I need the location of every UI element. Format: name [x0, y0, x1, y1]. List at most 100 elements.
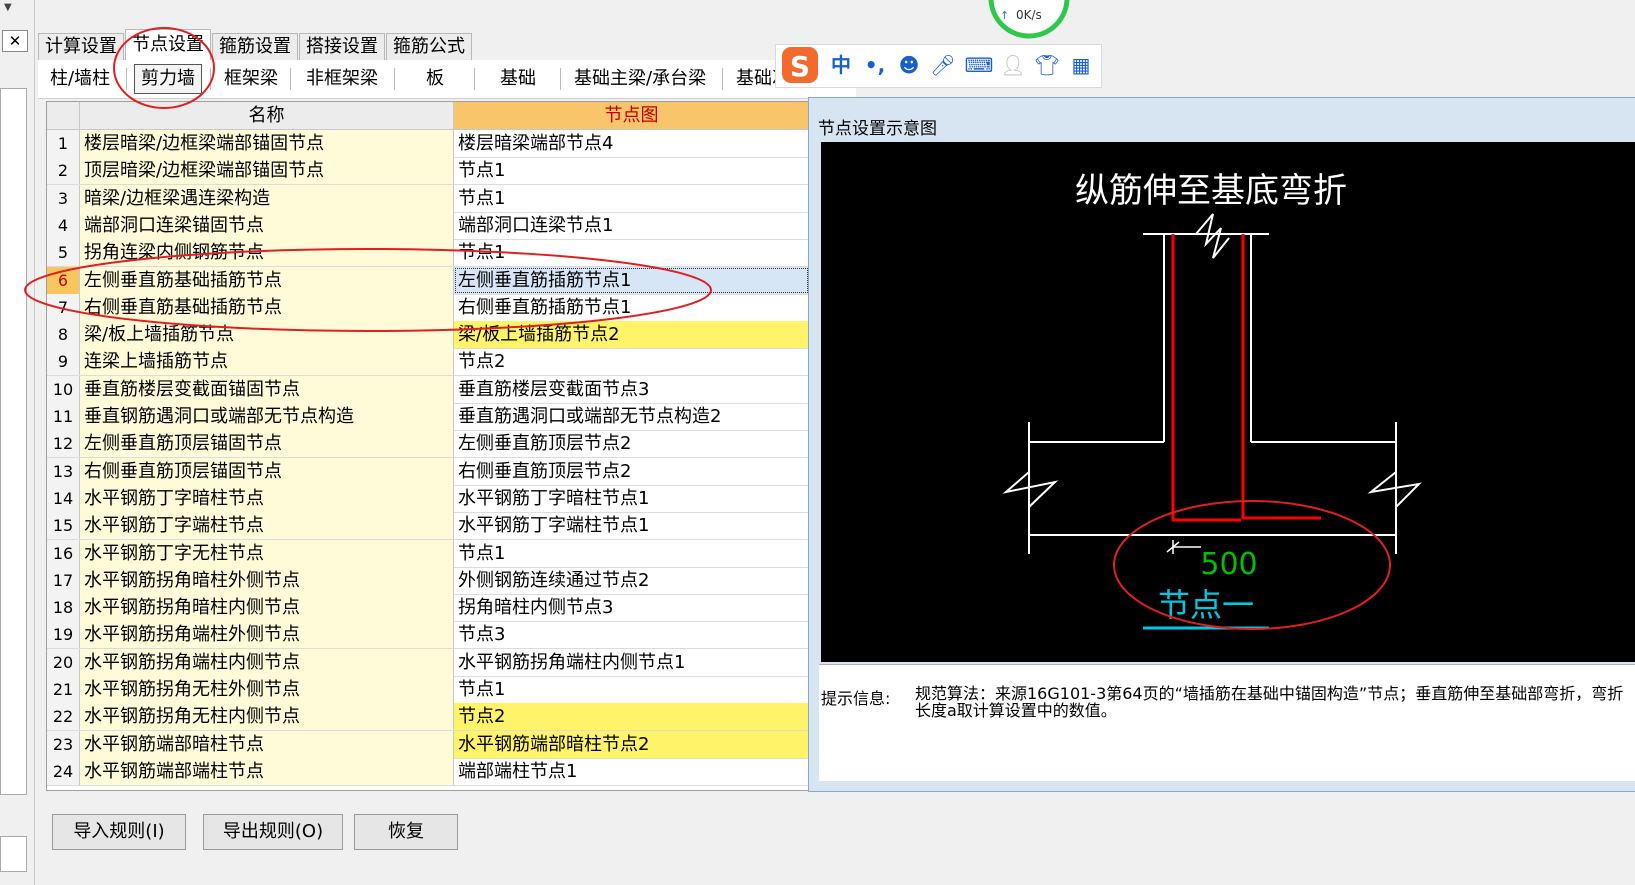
- node-name-cell[interactable]: 拐角连梁内侧钢筋节点: [80, 239, 454, 267]
- node-diagram-cell[interactable]: 垂直筋楼层变截面节点3: [454, 376, 809, 403]
- table-row[interactable]: 18 水平钢筋拐角暗柱内侧节点 拐角暗柱内侧节点3: [47, 594, 809, 623]
- node-name-cell[interactable]: 顶层暗梁/边框梁端部锚固节点: [80, 157, 454, 185]
- collapse-arrow-icon[interactable]: ▼: [4, 2, 12, 13]
- node-name-cell[interactable]: 左侧垂直筋基础插筋节点: [80, 266, 454, 294]
- node-name-cell[interactable]: 连梁上墙插筋节点: [80, 348, 454, 376]
- node-name-cell[interactable]: 右侧垂直筋基础插筋节点: [80, 293, 454, 321]
- node-name-cell[interactable]: 水平钢筋拐角暗柱外侧节点: [80, 566, 454, 594]
- node-diagram-cell[interactable]: 节点1: [454, 157, 809, 184]
- node-diagram-cell[interactable]: 梁/板上墙插筋节点2: [454, 321, 809, 349]
- node-diagram-cell[interactable]: 端部洞口连梁节点1: [454, 212, 809, 239]
- subtab-foundation-main-beam[interactable]: 基础主梁/承台梁: [574, 60, 706, 98]
- table-row[interactable]: 6 左侧垂直筋基础插筋节点 左侧垂直筋插筋节点1: [47, 266, 809, 295]
- table-row[interactable]: 19 水平钢筋拐角端柱外侧节点 节点3: [47, 621, 809, 650]
- table-row[interactable]: 12 左侧垂直筋顶层锚固节点 左侧垂直筋顶层节点2: [47, 430, 809, 459]
- table-row[interactable]: 23 水平钢筋端部暗柱节点 水平钢筋端部暗柱节点2: [47, 730, 809, 759]
- table-row[interactable]: 11 垂直钢筋遇洞口或端部无节点构造 垂直筋遇洞口或端部无节点构造2: [47, 403, 809, 431]
- node-diagram-cell[interactable]: 水平钢筋丁字暗柱节点1: [454, 485, 809, 512]
- tab-stirrup-settings[interactable]: 箍筋设置: [212, 33, 298, 60]
- node-column-header[interactable]: 节点图: [454, 102, 809, 130]
- microphone-icon[interactable]: 🎤︎: [928, 51, 958, 79]
- node-name-cell[interactable]: 水平钢筋端部暗柱节点: [80, 730, 454, 758]
- subtab-nonframe-beam[interactable]: 非框架梁: [306, 60, 378, 98]
- table-row[interactable]: 16 水平钢筋丁字无柱节点 节点1: [47, 539, 809, 568]
- node-name-cell[interactable]: 水平钢筋丁字暗柱节点: [80, 484, 454, 512]
- table-row[interactable]: 22 水平钢筋拐角无柱内侧节点 节点2: [47, 703, 809, 732]
- node-name-cell[interactable]: 端部洞口连梁锚固节点: [80, 211, 454, 239]
- node-name-cell[interactable]: 垂直钢筋遇洞口或端部无节点构造: [80, 403, 454, 430]
- node-diagram-cell[interactable]: 水平钢筋丁字端柱节点1: [454, 512, 809, 539]
- table-row[interactable]: 5 拐角连梁内侧钢筋节点 节点1: [47, 239, 809, 268]
- subtab-foundation[interactable]: 基础: [500, 60, 536, 98]
- table-row[interactable]: 21 水平钢筋拐角无柱外侧节点 节点1: [47, 676, 809, 704]
- table-row[interactable]: 8 梁/板上墙插筋节点 梁/板上墙插筋节点2: [47, 321, 809, 350]
- node-name-cell[interactable]: 左侧垂直筋顶层锚固节点: [80, 430, 454, 458]
- node-name-cell[interactable]: 水平钢筋拐角无柱内侧节点: [80, 703, 454, 731]
- node-name-cell[interactable]: 水平钢筋丁字无柱节点: [80, 539, 454, 567]
- node-name-cell[interactable]: 垂直筋楼层变截面锚固节点: [80, 375, 454, 403]
- table-row[interactable]: 17 水平钢筋拐角暗柱外侧节点 外侧钢筋连续通过节点2: [47, 566, 809, 595]
- table-row[interactable]: 10 垂直筋楼层变截面锚固节点 垂直筋楼层变截面节点3: [47, 375, 809, 404]
- table-row[interactable]: 2 顶层暗梁/边框梁端部锚固节点 节点1: [47, 157, 809, 186]
- node-name-cell[interactable]: 楼层暗梁/边框梁端部锚固节点: [80, 130, 454, 157]
- subtab-column[interactable]: 柱/墙柱: [50, 60, 110, 98]
- node-diagram-cell[interactable]: 端部端柱节点1: [454, 758, 809, 785]
- sogou-logo-icon[interactable]: S: [778, 45, 822, 85]
- node-diagram-cell[interactable]: 节点1: [454, 185, 809, 212]
- close-icon[interactable]: ✕: [2, 30, 28, 52]
- node-diagram-cell[interactable]: 节点2: [454, 348, 809, 375]
- ime-punctuation-toggle[interactable]: •,: [860, 51, 890, 79]
- node-name-cell[interactable]: 水平钢筋丁字端柱节点: [80, 512, 454, 540]
- node-diagram-cell[interactable]: 节点2: [454, 703, 809, 731]
- emoji-icon[interactable]: ☻: [894, 51, 924, 79]
- node-diagram-cell[interactable]: 水平钢筋拐角端柱内侧节点1: [454, 649, 809, 676]
- node-diagram-cell[interactable]: 节点3: [454, 621, 809, 648]
- node-diagram-cell[interactable]: 外侧钢筋连续通过节点2: [454, 567, 809, 594]
- node-name-cell[interactable]: 水平钢筋拐角端柱内侧节点: [80, 648, 454, 676]
- node-diagram-cell[interactable]: 节点1: [454, 540, 809, 567]
- node-diagram-cell[interactable]: 节点1: [454, 676, 809, 703]
- subtab-shear-wall[interactable]: 剪力墙: [134, 64, 202, 94]
- skin-shirt-icon[interactable]: 👕︎: [1032, 51, 1062, 79]
- node-diagram-cell[interactable]: 节点1: [454, 239, 809, 266]
- table-row[interactable]: 3 暗梁/边框梁遇连梁构造 节点1: [47, 184, 809, 213]
- node-diagram-cell[interactable]: 右侧垂直筋顶层节点2: [454, 458, 809, 485]
- node-name-cell[interactable]: 水平钢筋端部端柱节点: [80, 757, 454, 785]
- node-name-cell[interactable]: 暗梁/边框梁遇连梁构造: [80, 184, 454, 212]
- table-row[interactable]: 9 连梁上墙插筋节点 节点2: [47, 348, 809, 377]
- node-diagram-cell[interactable]: 右侧垂直筋插筋节点1: [454, 294, 809, 321]
- node-name-cell[interactable]: 水平钢筋拐角无柱外侧节点: [80, 676, 454, 703]
- table-row[interactable]: 14 水平钢筋丁字暗柱节点 水平钢筋丁字暗柱节点1: [47, 484, 809, 513]
- table-row[interactable]: 15 水平钢筋丁字端柱节点 水平钢筋丁字端柱节点1: [47, 512, 809, 541]
- table-row[interactable]: 24 水平钢筋端部端柱节点 端部端柱节点1: [47, 757, 809, 786]
- export-rules-button[interactable]: 导出规则(O): [203, 814, 343, 850]
- tab-lap-settings[interactable]: 搭接设置: [299, 33, 385, 60]
- node-name-cell[interactable]: 梁/板上墙插筋节点: [80, 321, 454, 349]
- table-row[interactable]: 1 楼层暗梁/边框梁端部锚固节点 楼层暗梁端部节点4: [47, 130, 809, 158]
- table-row[interactable]: 20 水平钢筋拐角端柱内侧节点 水平钢筋拐角端柱内侧节点1: [47, 648, 809, 677]
- node-diagram-cell[interactable]: 左侧垂直筋顶层节点2: [454, 430, 809, 457]
- ime-language-toggle[interactable]: 中: [826, 51, 856, 79]
- tab-calc-settings[interactable]: 计算设置: [38, 33, 124, 60]
- node-name-cell[interactable]: 水平钢筋拐角端柱外侧节点: [80, 621, 454, 649]
- restore-button[interactable]: 恢复: [354, 814, 458, 850]
- toolbox-grid-icon[interactable]: ▦: [1066, 51, 1096, 79]
- table-row[interactable]: 4 端部洞口连梁锚固节点 端部洞口连梁节点1: [47, 211, 809, 240]
- node-diagram-cell[interactable]: 水平钢筋端部暗柱节点2: [454, 730, 809, 758]
- keyboard-icon[interactable]: ⌨: [964, 51, 994, 79]
- import-rules-button[interactable]: 导入规则(I): [52, 814, 186, 850]
- tab-node-settings[interactable]: 节点设置: [125, 29, 211, 60]
- name-column-header[interactable]: 名称: [80, 102, 454, 130]
- node-diagram-cell[interactable]: 左侧垂直筋插筋节点1: [454, 266, 809, 294]
- node-diagram-cell[interactable]: 拐角暗柱内侧节点3: [454, 594, 809, 621]
- user-card-icon[interactable]: 👤︎: [998, 51, 1028, 79]
- node-diagram-cell[interactable]: 楼层暗梁端部节点4: [454, 130, 809, 157]
- tab-stirrup-formula[interactable]: 箍筋公式: [386, 33, 472, 60]
- node-name-cell[interactable]: 右侧垂直筋顶层锚固节点: [80, 457, 454, 485]
- table-row[interactable]: 13 右侧垂直筋顶层锚固节点 右侧垂直筋顶层节点2: [47, 457, 809, 486]
- subtab-slab[interactable]: 板: [426, 60, 444, 98]
- subtab-frame-beam[interactable]: 框架梁: [224, 60, 278, 98]
- node-name-cell[interactable]: 水平钢筋拐角暗柱内侧节点: [80, 594, 454, 622]
- node-diagram-cell[interactable]: 垂直筋遇洞口或端部无节点构造2: [454, 403, 809, 430]
- table-row[interactable]: 7 右侧垂直筋基础插筋节点 右侧垂直筋插筋节点1: [47, 293, 809, 322]
